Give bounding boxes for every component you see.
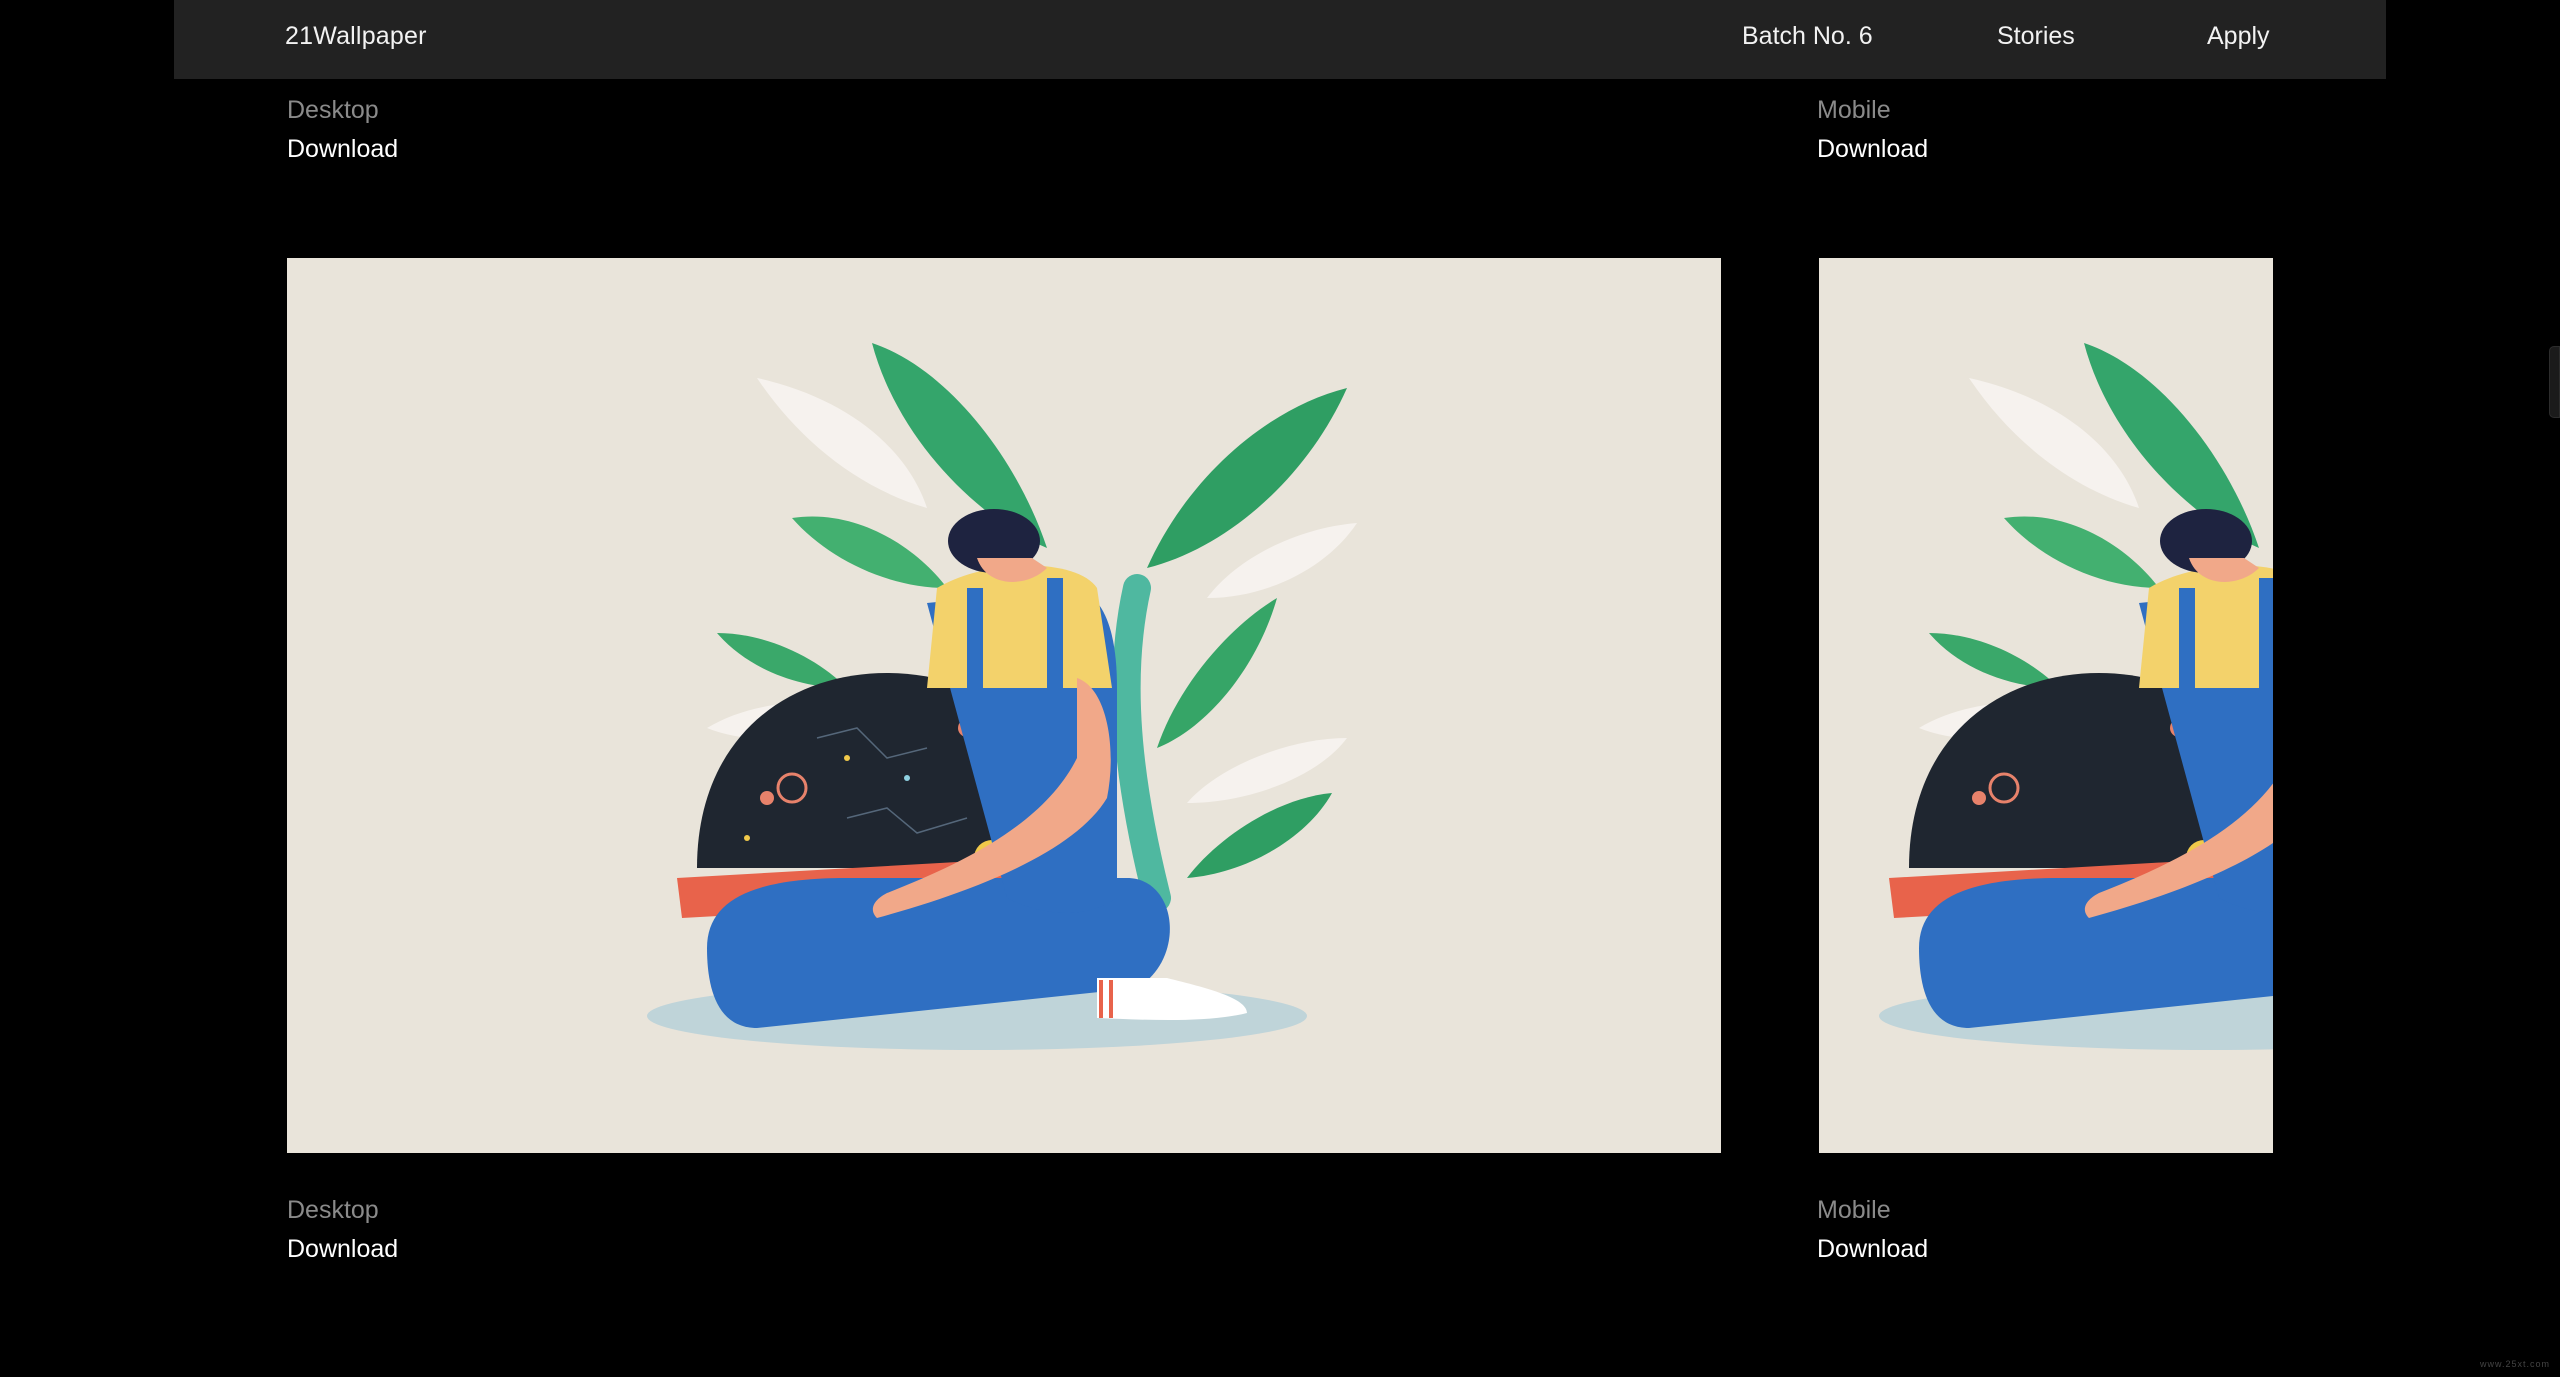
wallpaper-illustration bbox=[647, 343, 1357, 1050]
mobile-label-top: Mobile bbox=[1817, 96, 1891, 124]
desktop-label: Desktop bbox=[287, 1196, 379, 1224]
mobile-download-link[interactable]: Download bbox=[1817, 1235, 1928, 1265]
nav-link-stories[interactable]: Stories bbox=[1997, 22, 2075, 51]
desktop-download-link-top[interactable]: Download bbox=[287, 135, 398, 165]
brand-logo-link[interactable]: 21Wallpaper bbox=[285, 22, 427, 51]
nav-link-apply[interactable]: Apply bbox=[2207, 22, 2270, 51]
mobile-wallpaper-preview[interactable] bbox=[1819, 258, 2273, 1153]
desktop-label-top: Desktop bbox=[287, 96, 379, 124]
mobile-download-link-top[interactable]: Download bbox=[1817, 135, 1928, 165]
mobile-label: Mobile bbox=[1817, 1196, 1891, 1224]
desktop-wallpaper-preview[interactable] bbox=[287, 258, 1721, 1153]
nav-link-batch[interactable]: Batch No. 6 bbox=[1742, 22, 1873, 51]
desktop-download-link[interactable]: Download bbox=[287, 1235, 398, 1265]
watermark-text: www.25xt.com bbox=[2479, 1359, 2550, 1369]
wallpaper-illustration-mobile bbox=[1879, 343, 2273, 1050]
scrollbar-handle[interactable] bbox=[2549, 346, 2560, 418]
top-nav-bar: 21Wallpaper Batch No. 6 Stories Apply bbox=[174, 0, 2386, 79]
